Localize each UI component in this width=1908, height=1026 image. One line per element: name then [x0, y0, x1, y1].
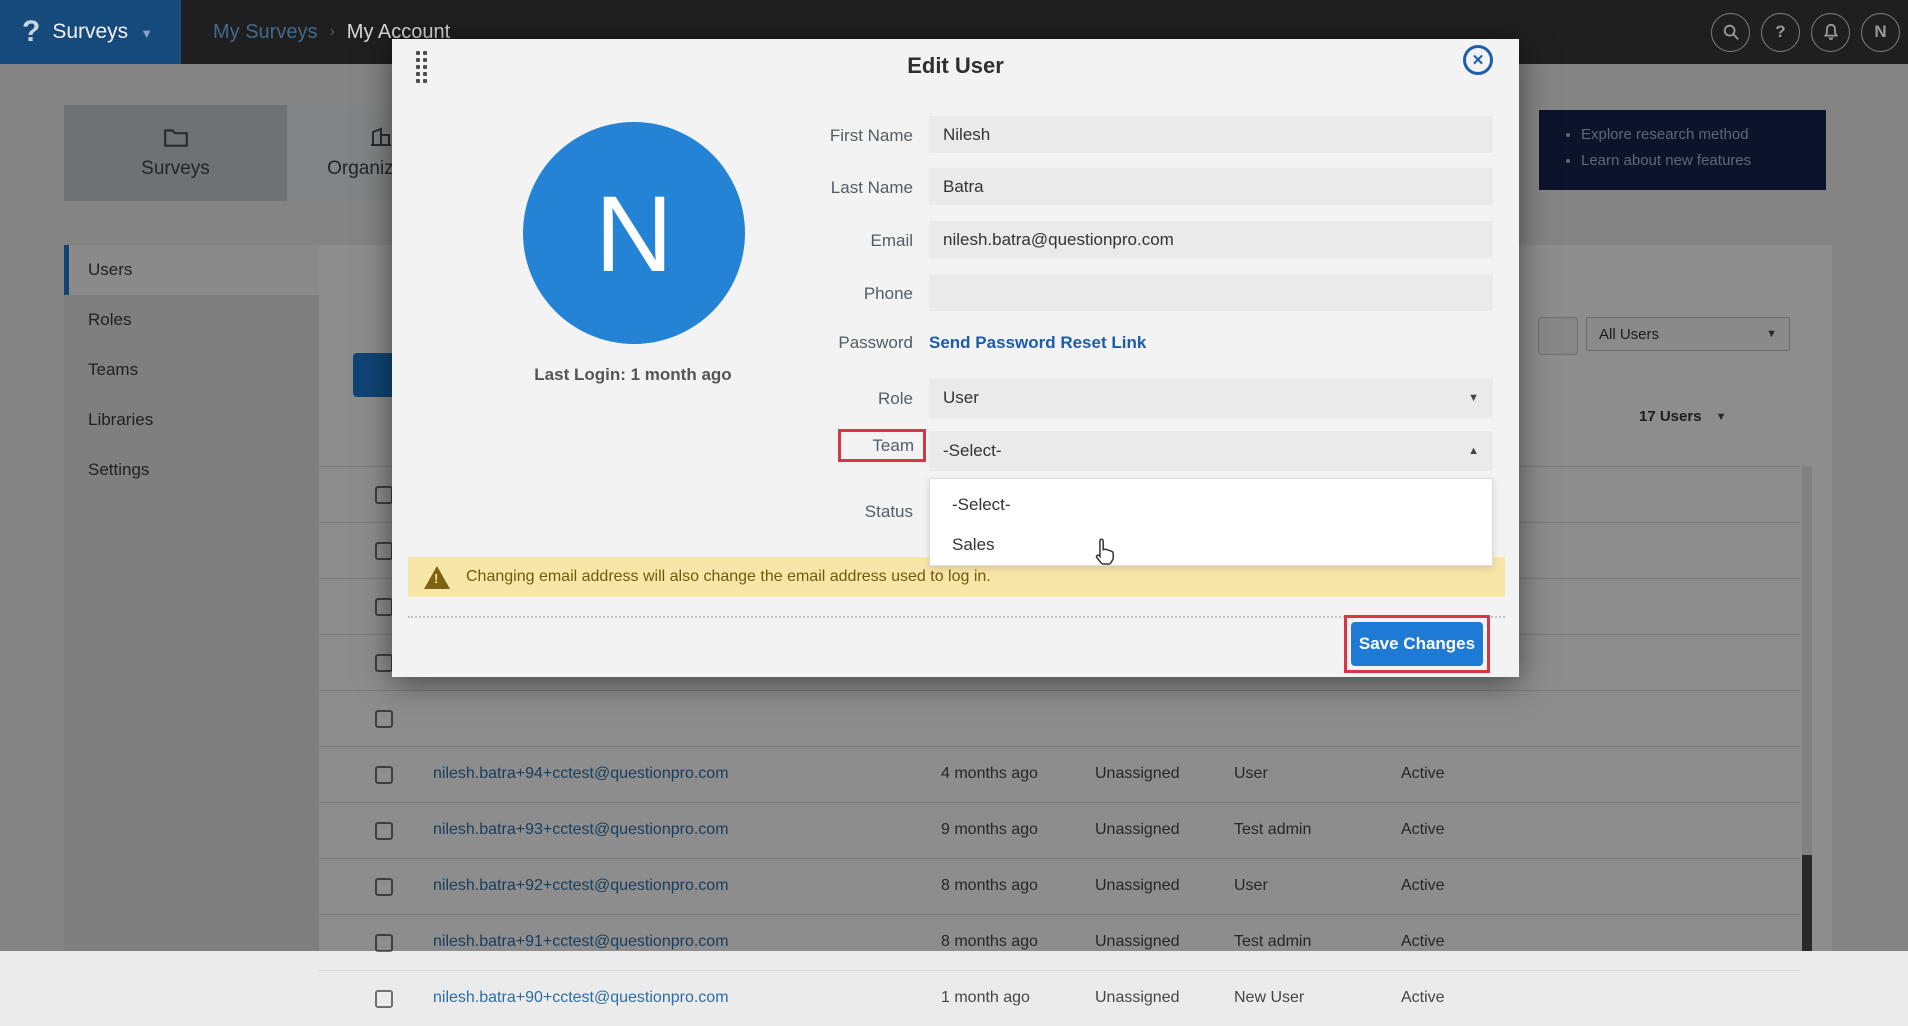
role-label: Role	[732, 389, 913, 409]
user-avatar-menu[interactable]: N	[1861, 13, 1900, 52]
team-select[interactable]: -Select- ▲	[929, 431, 1493, 471]
team-option-sales[interactable]: Sales	[930, 525, 1492, 565]
caret-down-icon: ▼	[1468, 392, 1479, 404]
role-select[interactable]: User ▼	[929, 378, 1493, 418]
topbar-icon-group: ? N	[1711, 0, 1900, 64]
team-option-select[interactable]: -Select-	[930, 485, 1492, 525]
team-dropdown-menu: -Select- Sales	[929, 478, 1493, 566]
send-password-reset-link[interactable]: Send Password Reset Link	[929, 333, 1146, 353]
team-select-value: -Select-	[943, 441, 1002, 461]
phone-field[interactable]	[929, 274, 1493, 311]
breadcrumb-separator-icon: ›	[329, 23, 334, 41]
edit-user-modal: Edit User ✕ N Last Login: 1 month ago Fi…	[392, 39, 1519, 677]
notifications-bell-icon[interactable]	[1811, 13, 1850, 52]
team-cell: Unassigned	[1095, 989, 1180, 1007]
team-label: Team	[872, 436, 914, 456]
help-icon[interactable]: ?	[1761, 13, 1800, 52]
status-cell: Active	[1401, 989, 1445, 1007]
first-name-field[interactable]	[929, 116, 1493, 153]
last-name-label: Last Name	[732, 178, 913, 198]
footer-divider	[408, 616, 1505, 618]
role-select-value: User	[943, 388, 979, 408]
close-icon[interactable]: ✕	[1463, 45, 1493, 75]
role-cell: New User	[1234, 989, 1304, 1007]
app-logo-menu[interactable]: ? Surveys ▼	[0, 0, 181, 64]
avatar-initial: N	[595, 171, 673, 296]
email-field[interactable]	[929, 221, 1493, 258]
password-label: Password	[732, 333, 913, 353]
mouse-cursor-icon	[1092, 537, 1118, 567]
row-checkbox[interactable]	[375, 990, 393, 1008]
breadcrumb-my-surveys[interactable]: My Surveys	[213, 21, 317, 44]
phone-label: Phone	[732, 284, 913, 304]
warning-text: Changing email address will also change …	[466, 568, 991, 586]
last-login-text: Last Login: 1 month ago	[463, 365, 803, 385]
last-name-field[interactable]	[929, 168, 1493, 205]
table-row: nilesh.batra+90+cctest@questionpro.com 1…	[319, 970, 1800, 1026]
warning-triangle-icon	[424, 566, 450, 589]
caret-down-icon: ▼	[140, 26, 153, 41]
modal-title: Edit User	[392, 53, 1519, 79]
caret-up-icon: ▲	[1468, 445, 1479, 457]
team-label-red-highlight: Team	[838, 429, 926, 462]
email-label: Email	[732, 231, 913, 251]
modal-header: Edit User ✕	[392, 39, 1519, 89]
questionpro-logo-icon: ?	[22, 15, 40, 49]
last-login-cell: 1 month ago	[941, 989, 1030, 1007]
search-icon[interactable]	[1711, 13, 1750, 52]
user-email-link[interactable]: nilesh.batra+90+cctest@questionpro.com	[433, 989, 729, 1007]
app-menu-label: Surveys	[52, 20, 128, 44]
user-avatar: N	[523, 122, 745, 344]
save-changes-button[interactable]: Save Changes	[1351, 622, 1483, 666]
status-label: Status	[732, 502, 913, 522]
first-name-label: First Name	[732, 126, 913, 146]
